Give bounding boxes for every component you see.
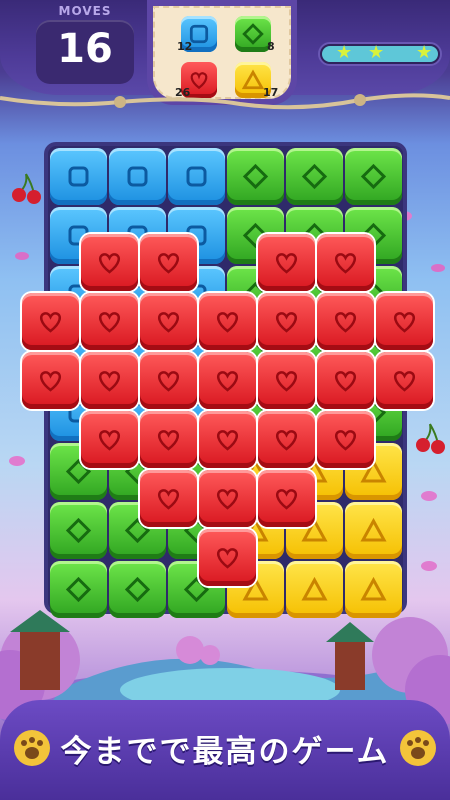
red-heart-block[interactable] xyxy=(140,470,197,527)
green-diamond-block[interactable] xyxy=(227,148,284,205)
heart-icon xyxy=(157,371,180,392)
petal-icon xyxy=(421,561,437,571)
square-icon xyxy=(186,166,207,187)
game-board xyxy=(22,142,433,618)
heart-icon xyxy=(39,371,62,392)
red-heart-block[interactable] xyxy=(140,234,197,291)
paw-icon xyxy=(400,730,436,766)
petal-icon xyxy=(421,491,437,501)
red-heart-block[interactable] xyxy=(22,293,79,350)
heart-icon xyxy=(157,312,180,333)
red-heart-block[interactable] xyxy=(140,411,197,468)
heart-icon xyxy=(275,312,298,333)
heart-icon xyxy=(275,489,298,510)
moves-label: MOVES xyxy=(58,4,112,18)
red-heart-block[interactable] xyxy=(317,234,374,291)
red-heart-block[interactable] xyxy=(258,234,315,291)
red-heart-block[interactable] xyxy=(258,352,315,409)
green-diamond-block[interactable] xyxy=(286,148,343,205)
cherry-icon xyxy=(416,423,445,454)
yellow-triangle-block[interactable] xyxy=(345,502,402,559)
red-heart-block[interactable] xyxy=(199,293,256,350)
heart-icon xyxy=(216,312,239,333)
rope-knot xyxy=(354,94,366,106)
red-heart-block[interactable] xyxy=(258,411,315,468)
red-heart-block[interactable] xyxy=(376,352,433,409)
red-heart-block[interactable] xyxy=(317,352,374,409)
heart-icon xyxy=(157,489,180,510)
rope-knot xyxy=(114,96,126,108)
blue-square-block[interactable] xyxy=(109,148,166,205)
square-icon xyxy=(127,166,148,187)
red-heart-block[interactable] xyxy=(81,293,138,350)
green-diamond-block[interactable] xyxy=(50,502,107,559)
heart-icon xyxy=(157,253,180,274)
red-heart-block[interactable] xyxy=(81,234,138,291)
star-icon: ★ xyxy=(368,42,385,63)
heart-icon xyxy=(275,253,298,274)
diamond-icon xyxy=(65,517,92,544)
heart-icon xyxy=(334,312,357,333)
red-heart-block[interactable] xyxy=(199,352,256,409)
heart-icon xyxy=(98,371,121,392)
blue-square-block[interactable] xyxy=(168,148,225,205)
red-heart-block[interactable] xyxy=(376,293,433,350)
petal-icon xyxy=(9,456,25,466)
rope-decoration xyxy=(0,93,450,110)
promo-banner: 今までで最高のゲーム xyxy=(0,700,450,800)
score-progress-bar: ★ ★ ★ xyxy=(318,42,442,66)
blue-square-block[interactable] xyxy=(50,148,107,205)
heart-icon xyxy=(157,430,180,451)
heart-icon xyxy=(98,430,121,451)
diamond-icon xyxy=(301,163,328,190)
red-heart-block[interactable] xyxy=(81,411,138,468)
petal-icon xyxy=(431,264,445,272)
triangle-icon xyxy=(360,517,387,542)
heart-icon xyxy=(216,371,239,392)
heart-icon xyxy=(334,430,357,451)
red-heart-block[interactable] xyxy=(258,293,315,350)
green-diamond-block[interactable] xyxy=(345,148,402,205)
heart-icon xyxy=(275,430,298,451)
star-icon: ★ xyxy=(416,42,433,63)
red-heart-block[interactable] xyxy=(258,470,315,527)
red-heart-block[interactable] xyxy=(199,529,256,586)
heart-icon xyxy=(393,312,416,333)
red-heart-block[interactable] xyxy=(140,352,197,409)
square-icon xyxy=(68,166,89,187)
heart-icon xyxy=(39,312,62,333)
diamond-icon xyxy=(242,163,269,190)
heart-icon xyxy=(393,371,416,392)
heart-icon xyxy=(98,253,121,274)
red-heart-block[interactable] xyxy=(317,411,374,468)
moves-counter: MOVES 16 xyxy=(36,4,134,84)
red-heart-block[interactable] xyxy=(81,352,138,409)
heart-icon xyxy=(334,371,357,392)
diamond-icon xyxy=(242,23,264,45)
heart-icon xyxy=(216,430,239,451)
goal-count-blue: 12 xyxy=(177,40,193,53)
red-heart-block[interactable] xyxy=(140,293,197,350)
petal-icon xyxy=(15,252,29,260)
red-heart-block[interactable] xyxy=(199,411,256,468)
goal-green-diamond xyxy=(235,16,271,52)
heart-icon xyxy=(216,489,239,510)
goal-count-green: 8 xyxy=(267,40,275,53)
moves-value: 16 xyxy=(57,26,113,72)
heart-icon xyxy=(334,253,357,274)
heart-icon xyxy=(216,548,239,569)
banner-text: 今までで最高のゲーム xyxy=(60,734,390,770)
star-icon: ★ xyxy=(336,42,353,63)
cherry-icon xyxy=(12,173,41,204)
heart-icon xyxy=(98,312,121,333)
red-heart-block[interactable] xyxy=(22,352,79,409)
red-heart-block[interactable] xyxy=(317,293,374,350)
red-heart-block[interactable] xyxy=(199,470,256,527)
diamond-icon xyxy=(360,163,387,190)
heart-icon xyxy=(275,371,298,392)
